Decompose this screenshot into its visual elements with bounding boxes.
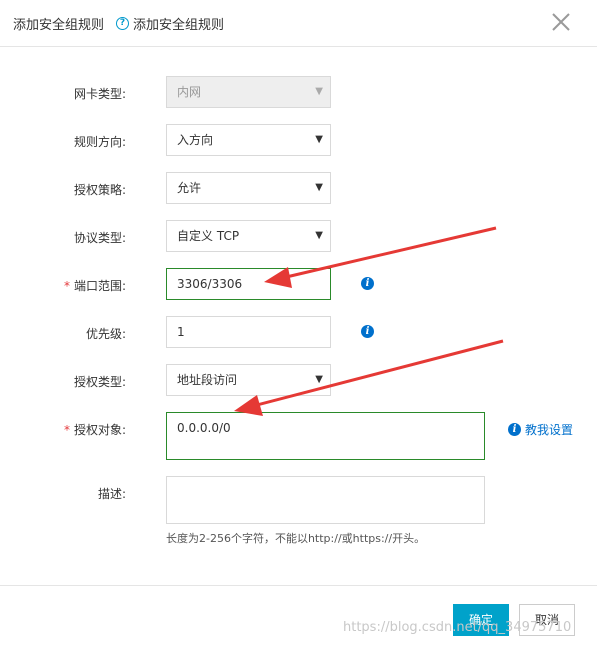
caret-down-icon: ▼ <box>315 134 323 145</box>
description-textarea[interactable] <box>166 476 485 524</box>
protocol-value: 自定义 TCP <box>177 229 240 243</box>
caret-down-icon: ▼ <box>315 86 323 97</box>
auth-type-label: 授权类型: <box>73 375 126 389</box>
teach-me-label: 教我设置 <box>525 423 574 437</box>
protocol-label: 协议类型: <box>73 231 126 245</box>
teach-me-link[interactable]: i 教我设置 <box>508 421 573 438</box>
auth-type-select[interactable]: 地址段访问 ▼ <box>166 364 331 396</box>
watermark: https://blog.csdn.net/qq_34975710 <box>343 620 572 635</box>
port-range-value: 3306/3306 <box>177 277 243 291</box>
priority-input[interactable]: 1 <box>166 316 331 348</box>
policy-select[interactable]: 允许 ▼ <box>166 172 331 204</box>
required-asterisk: * <box>63 279 70 293</box>
info-icon[interactable]: i <box>361 325 374 338</box>
port-range-label: * 端口范围: <box>6 277 126 294</box>
close-icon[interactable] <box>550 11 572 33</box>
nic-type-value: 内网 <box>177 85 202 99</box>
direction-label: 规则方向: <box>73 135 126 149</box>
caret-down-icon: ▼ <box>315 182 323 193</box>
required-asterisk: * <box>63 423 70 437</box>
auth-type-value: 地址段访问 <box>177 373 238 387</box>
priority-value: 1 <box>177 325 185 339</box>
nic-type-label: 网卡类型: <box>73 87 126 101</box>
direction-select[interactable]: 入方向 ▼ <box>166 124 331 156</box>
info-icon: i <box>508 423 521 436</box>
policy-label: 授权策略: <box>73 183 126 197</box>
caret-down-icon: ▼ <box>315 230 323 241</box>
auth-object-value: 0.0.0.0/0 <box>177 421 231 435</box>
protocol-select[interactable]: 自定义 TCP ▼ <box>166 220 331 252</box>
description-label: 描述: <box>97 487 126 501</box>
dialog-title: 添加安全组规则 <box>13 18 105 33</box>
nic-type-select: 内网 ▼ <box>166 76 331 108</box>
info-icon[interactable]: i <box>361 277 374 290</box>
auth-object-label: * 授权对象: <box>6 421 126 438</box>
auth-object-label-text: 授权对象: <box>73 423 126 437</box>
priority-label: 优先级: <box>85 327 126 341</box>
auth-object-textarea[interactable]: 0.0.0.0/0 <box>166 412 485 460</box>
add-security-group-rule-dialog: 添加安全组规则 ? 添加安全组规则 网卡类型: 内网 ▼ 规则方向: 入方向 ▼… <box>0 0 597 649</box>
caret-down-icon: ▼ <box>315 374 323 385</box>
port-range-label-text: 端口范围: <box>73 279 126 293</box>
help-link[interactable]: ? 添加安全组规则 <box>116 14 224 33</box>
port-range-input[interactable]: 3306/3306 <box>166 268 331 300</box>
help-link-label: 添加安全组规则 <box>133 18 225 33</box>
direction-value: 入方向 <box>177 133 214 147</box>
policy-value: 允许 <box>177 181 202 195</box>
description-hint: 长度为2-256个字符，不能以http://或https://开头。 <box>166 532 426 545</box>
question-icon: ? <box>116 17 129 30</box>
dialog-header: 添加安全组规则 ? 添加安全组规则 <box>0 0 597 47</box>
